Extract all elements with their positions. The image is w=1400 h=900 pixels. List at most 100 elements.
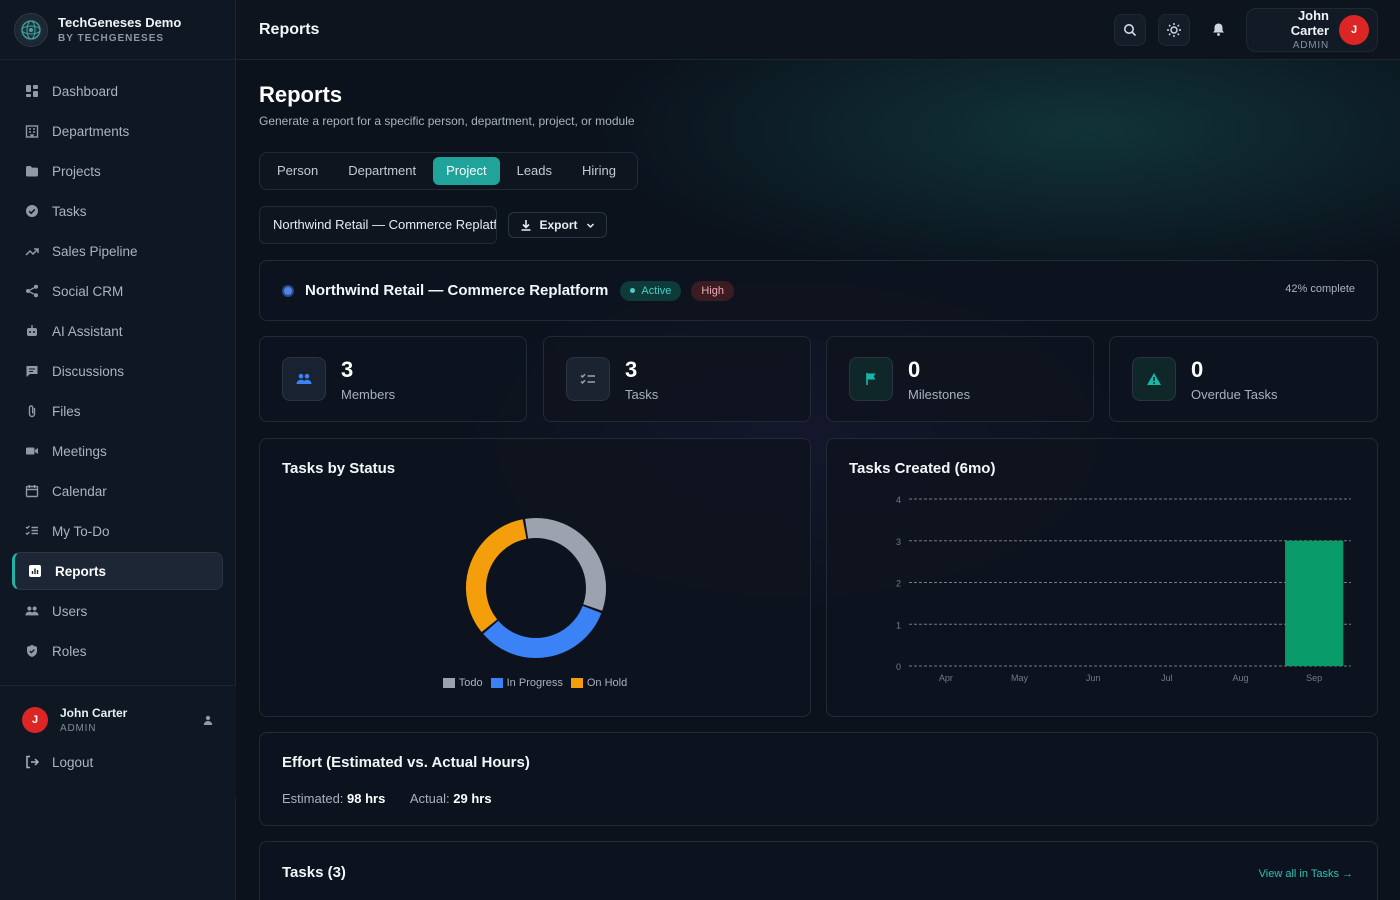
topbar-user-name: John Carter — [1290, 8, 1329, 38]
status-badge-label: Active — [641, 284, 672, 297]
stat-card-overdue: 0 Overdue Tasks — [1109, 336, 1378, 422]
view-all-tasks-link[interactable]: View all in Tasks → — [1259, 868, 1353, 880]
check-circle-icon — [24, 203, 40, 219]
checklist-icon — [24, 523, 40, 539]
sidebar-item-files[interactable]: Files — [12, 392, 223, 430]
donut-slice-todo[interactable] — [525, 518, 606, 611]
donut-slice-on-hold[interactable] — [466, 519, 527, 633]
sidebar-item-discussions[interactable]: Discussions — [12, 352, 223, 390]
bar-sep[interactable] — [1285, 540, 1344, 666]
tab-person[interactable]: Person — [264, 157, 331, 185]
effort-values: Estimated: 98 hrs Actual: 29 hrs — [282, 791, 492, 806]
sidebar-item-dashboard[interactable]: Dashboard — [12, 72, 223, 110]
tab-leads[interactable]: Leads — [504, 157, 565, 185]
page-title: Reports — [259, 82, 343, 107]
export-button[interactable]: Export — [508, 212, 607, 238]
export-label: Export — [539, 218, 578, 232]
x-tick-label: Aug — [1232, 673, 1248, 683]
chat-icon — [24, 363, 40, 379]
project-color-dot — [282, 284, 294, 297]
legend-item-in-progress: In Progress — [490, 677, 563, 689]
tab-department[interactable]: Department — [335, 157, 429, 185]
sidebar-item-label: Tasks — [52, 203, 87, 219]
report-type-tabs: Person Department Project Leads Hiring — [259, 152, 638, 190]
legend-label: Todo — [458, 677, 483, 689]
users-icon — [24, 603, 40, 619]
x-tick-label: Sep — [1306, 673, 1322, 683]
brand-logo-icon — [14, 12, 48, 47]
x-tick-label: Jun — [1086, 673, 1101, 683]
sidebar-item-label: Meetings — [52, 443, 107, 459]
paperclip-icon — [24, 403, 40, 419]
effort-card: Effort (Estimated vs. Actual Hours) Esti… — [259, 732, 1378, 826]
stat-label: Overdue Tasks — [1191, 386, 1278, 402]
sidebar-item-departments[interactable]: Departments — [12, 112, 223, 150]
brand-subtitle: BY TECHGENESES — [58, 33, 165, 44]
status-badge: Active — [620, 280, 682, 301]
stat-value: 0 — [1191, 356, 1204, 382]
tab-project[interactable]: Project — [433, 157, 500, 185]
actual-value: 29 hrs — [453, 791, 492, 806]
report-icon — [27, 563, 43, 579]
sidebar-item-label: Users — [52, 603, 88, 619]
logout-button[interactable]: Logout — [0, 734, 236, 770]
sidebar-item-label: Discussions — [52, 363, 125, 379]
tasks-created-card: Tasks Created (6mo) 0 1 2 3 4 Apr May Jun Jul Aug… — [826, 438, 1378, 717]
sidebar-item-meetings[interactable]: Meetings — [12, 432, 223, 470]
y-tick-label: 0 — [896, 662, 901, 672]
sidebar-item-sales-pipeline[interactable]: Sales Pipeline — [12, 232, 223, 270]
sidebar-item-calendar[interactable]: Calendar — [12, 472, 223, 510]
x-tick-label: May — [1011, 673, 1029, 683]
dashboard-icon — [24, 83, 40, 99]
sidebar-item-users[interactable]: Users — [12, 592, 223, 630]
y-tick-label: 4 — [896, 495, 901, 505]
sidebar-footer: J John Carter ADMIN Logout — [0, 685, 236, 797]
stat-label: Tasks — [625, 386, 659, 402]
notifications-button[interactable] — [1202, 14, 1234, 46]
effort-title: Effort (Estimated vs. Actual Hours) — [282, 754, 530, 771]
search-button[interactable] — [1114, 13, 1146, 46]
stat-value: 0 — [908, 356, 921, 382]
tab-hiring[interactable]: Hiring — [569, 157, 629, 185]
stat-card-tasks: 3 Tasks — [543, 336, 811, 422]
sidebar-item-reports[interactable]: Reports — [12, 552, 223, 590]
sidebar-item-label: Roles — [52, 643, 87, 659]
sidebar-item-social-crm[interactable]: Social CRM — [12, 272, 223, 310]
sidebar-item-label: Sales Pipeline — [52, 243, 138, 259]
sidebar-item-tasks[interactable]: Tasks — [12, 192, 223, 230]
tasks-card: Tasks (3) View all in Tasks → — [259, 841, 1378, 900]
y-tick-label: 3 — [896, 537, 901, 547]
video-icon — [24, 443, 40, 459]
sidebar-item-projects[interactable]: Projects — [12, 152, 223, 190]
flag-icon — [849, 357, 893, 401]
stat-label: Milestones — [908, 386, 971, 402]
sidebar-item-roles[interactable]: Roles — [12, 632, 223, 670]
chevron-down-icon — [586, 221, 595, 230]
bar-chart: 0 1 2 3 4 Apr May Jun Jul Aug Sep — [896, 495, 1351, 683]
warning-icon — [1132, 357, 1176, 401]
y-tick-label: 2 — [896, 579, 901, 589]
stat-label: Members — [341, 386, 396, 402]
sidebar-item-my-to-do[interactable]: My To-Do — [12, 512, 223, 550]
theme-toggle-button[interactable] — [1158, 13, 1190, 46]
project-select[interactable]: Northwind Retail — Commerce Replatform — [259, 206, 497, 244]
logout-icon — [24, 754, 40, 770]
estimated-value: 98 hrs — [347, 791, 386, 806]
user-profile-icon[interactable] — [202, 714, 214, 726]
sidebar-nav: Dashboard Departments Projects Tasks Sales P… — [0, 60, 235, 686]
brand[interactable]: TechGeneses Demo BY TECHGENESES — [0, 0, 235, 60]
sidebar-user[interactable]: J John Carter ADMIN — [0, 686, 236, 734]
download-icon — [520, 219, 532, 231]
estimated-label: Estimated: — [282, 791, 344, 806]
sidebar-item-label: Projects — [52, 163, 101, 179]
robot-icon — [24, 323, 40, 339]
sidebar-item-ai-assistant[interactable]: AI Assistant — [12, 312, 223, 350]
legend-item-on-hold: On Hold — [570, 677, 627, 689]
tasks-section-title: Tasks (3) — [282, 864, 346, 881]
user-menu[interactable]: John Carter ADMIN J — [1246, 7, 1378, 52]
sidebar-item-label: Reports — [55, 563, 107, 579]
donut-slice-in-progress[interactable] — [483, 605, 602, 658]
donut-chart — [466, 518, 606, 658]
sidebar-item-label: Social CRM — [52, 283, 124, 299]
topbar-title: Reports — [259, 20, 320, 38]
